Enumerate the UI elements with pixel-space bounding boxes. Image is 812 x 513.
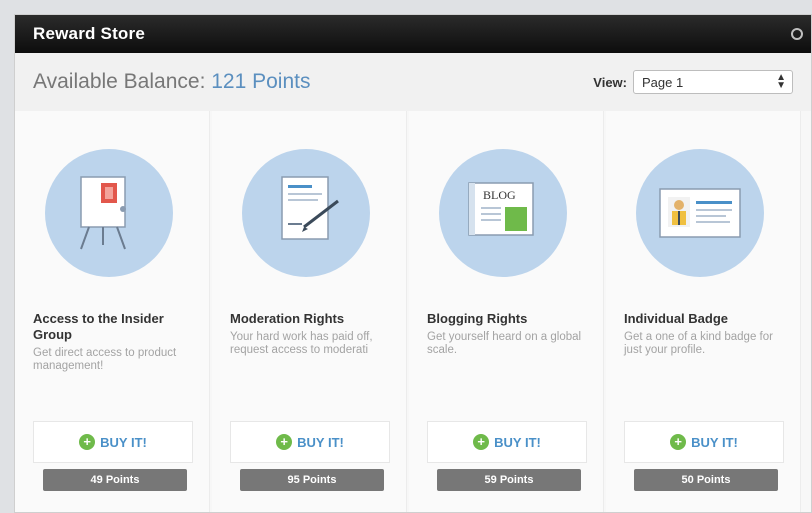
badge-card-icon <box>636 149 764 277</box>
select-arrows-icon: ▲ ▼ <box>776 72 786 91</box>
available-balance: Available Balance: 121 Points <box>33 70 311 94</box>
item-name: Blogging Rights <box>427 311 528 326</box>
price-badge: 95 Points <box>240 469 384 491</box>
buy-label: BUY IT! <box>297 434 344 450</box>
buy-label: BUY IT! <box>494 434 541 450</box>
item-description: Get a one of a kind badge for just your … <box>624 331 773 356</box>
price-badge: 49 Points <box>43 469 187 491</box>
reward-item-moderation-rights: Moderation Rights Your hard work has pai… <box>212 111 407 512</box>
item-name: Moderation Rights <box>230 311 345 326</box>
reward-item-insider-group: Access to the Insider Group Get direct a… <box>15 111 210 512</box>
view-label: View: <box>593 74 627 90</box>
title-bar: Reward Store <box>15 15 811 53</box>
blog-newspaper-icon: BLOG <box>439 149 567 277</box>
plus-icon: + <box>670 434 687 450</box>
buy-label: BUY IT! <box>691 434 738 450</box>
reward-items: Access to the Insider Group Get direct a… <box>15 111 811 512</box>
item-name: Individual Badge <box>624 311 729 326</box>
price-badge: 59 Points <box>437 469 581 491</box>
widget-title: Reward Store <box>33 24 145 43</box>
balance-value: 121 Points <box>211 70 311 93</box>
reward-item-blogging-rights: BLOG Blogging Rights Get yourself heard … <box>409 111 604 512</box>
item-description: Get yourself heard on a global scale. <box>427 331 582 356</box>
view-control: View: Page 1 ▲ ▼ <box>593 70 793 94</box>
settings-icon[interactable] <box>791 28 803 40</box>
buy-button[interactable]: + BUY IT! <box>230 421 390 463</box>
document-pen-icon <box>242 149 370 277</box>
presentation-easel-icon <box>45 149 173 277</box>
item-description: Get direct access to product management! <box>33 347 177 372</box>
buy-button[interactable]: + BUY IT! <box>33 421 193 463</box>
page-select-value: Page 1 <box>642 74 684 90</box>
buy-button[interactable]: + BUY IT! <box>427 421 587 463</box>
plus-icon: + <box>473 434 490 450</box>
plus-icon: + <box>276 434 293 450</box>
plus-icon: + <box>79 434 96 450</box>
item-description: Your hard work has paid off, request acc… <box>230 331 373 356</box>
balance-row: Available Balance: 121 Points View: Page… <box>15 53 811 111</box>
page-select[interactable]: Page 1 ▲ ▼ <box>633 70 793 94</box>
reward-store-widget: Reward Store Available Balance: 121 Poin… <box>14 14 812 513</box>
buy-button[interactable]: + BUY IT! <box>624 421 784 463</box>
buy-label: BUY IT! <box>100 434 147 450</box>
balance-label: Available Balance: <box>33 70 206 93</box>
item-name: Access to the Insider Group <box>33 311 164 342</box>
reward-item-individual-badge: Individual Badge Get a one of a kind bad… <box>606 111 801 512</box>
price-badge: 50 Points <box>634 469 778 491</box>
blog-icon-text: BLOG <box>483 188 516 202</box>
